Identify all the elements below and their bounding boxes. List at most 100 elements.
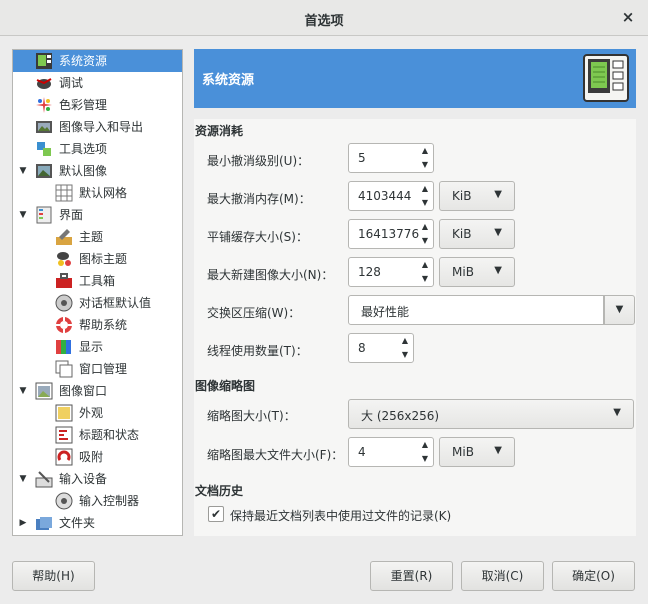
reset-button[interactable]: 重置(R) xyxy=(370,561,453,591)
swap-compression-dropdown-button[interactable]: ▼ xyxy=(604,295,635,325)
tree-item-label: 界面 xyxy=(59,208,84,222)
tree-item-tool-options[interactable]: 工具选项 xyxy=(13,138,182,160)
tree-item-image-import-export[interactable]: 图像导入和导出 xyxy=(13,116,182,138)
tree-item-label: 窗口管理 xyxy=(79,362,128,376)
thumbnail-max-file-label: 缩略图最大文件大小(F)： xyxy=(207,448,344,462)
tree-item-dialog-defaults[interactable]: 对话框默认值 xyxy=(13,292,182,314)
keep-recent-label[interactable]: 保持最近文档列表中使用过文件的记录(K) xyxy=(230,507,451,524)
decrement-icon[interactable]: ▼ xyxy=(417,196,433,210)
help-system-icon xyxy=(55,316,73,334)
tree-item-label: 文件夹 xyxy=(59,516,96,530)
snapping-icon xyxy=(55,448,73,466)
undo-memory-label: 最大撤消内存(M)： xyxy=(207,192,311,206)
interface-icon xyxy=(35,206,53,224)
input-devices-icon xyxy=(35,470,53,488)
undo-memory-spinner[interactable]: 4103444 ▲ ▼ xyxy=(348,181,434,211)
tree-item-system-resources[interactable]: 系统资源 xyxy=(13,50,182,72)
cancel-button[interactable]: 取消(C) xyxy=(461,561,544,591)
expander-icon[interactable]: ▶ xyxy=(17,512,29,534)
unit-value: KiB xyxy=(452,189,472,203)
thumbnail-size-dropdown[interactable]: 大 (256x256) ▼ xyxy=(348,399,634,429)
color-management-icon xyxy=(35,96,53,114)
tree-item-title-status[interactable]: 标题和状态 xyxy=(13,424,182,446)
tree-item-label: 图像导入和导出 xyxy=(59,120,144,134)
decrement-icon[interactable]: ▼ xyxy=(417,234,433,248)
tree-item-interface[interactable]: ▼ 界面 xyxy=(13,204,182,226)
increment-icon[interactable]: ▲ xyxy=(417,220,433,234)
image-import-export-icon xyxy=(35,118,53,136)
chevron-down-icon: ▼ xyxy=(494,227,502,238)
system-resources-large-icon xyxy=(582,53,630,103)
increment-icon[interactable]: ▲ xyxy=(417,258,433,272)
folders-icon xyxy=(35,514,53,532)
tree-item-theme[interactable]: 主题 xyxy=(13,226,182,248)
increment-icon[interactable]: ▲ xyxy=(417,438,433,452)
threads-value: 8 xyxy=(358,341,366,355)
tree-item-label: 对话框默认值 xyxy=(79,296,152,310)
thumbnail-max-file-spinner[interactable]: 4 ▲ ▼ xyxy=(348,437,434,467)
increment-icon[interactable]: ▲ xyxy=(417,182,433,196)
undo-memory-unit-dropdown[interactable]: KiB ▼ xyxy=(439,181,515,211)
page-header: 系统资源 xyxy=(194,49,636,108)
tree-item-default-image[interactable]: ▼ 默认图像 xyxy=(13,160,182,182)
decrement-icon[interactable]: ▼ xyxy=(397,348,413,362)
tree-item-window-management[interactable]: 窗口管理 xyxy=(13,358,182,380)
tree-item-toolbox[interactable]: 工具箱 xyxy=(13,270,182,292)
tree-item-help-system[interactable]: 帮助系统 xyxy=(13,314,182,336)
max-image-size-spinner[interactable]: 128 ▲ ▼ xyxy=(348,257,434,287)
tree-item-folders[interactable]: ▶ 文件夹 xyxy=(13,512,182,534)
tile-cache-spinner[interactable]: 16413776 ▲ ▼ xyxy=(348,219,434,249)
thumbnail-max-file-value: 4 xyxy=(358,445,366,459)
preferences-tree[interactable]: 系统资源 调试 色彩管理 图像导入和导出 工具选项 ▼ 默认图像 默认网格 ▼ … xyxy=(12,49,183,536)
chevron-down-icon: ▼ xyxy=(494,445,502,456)
swap-compression-value: 最好性能 xyxy=(361,305,410,319)
tree-item-input-devices[interactable]: ▼ 输入设备 xyxy=(13,468,182,490)
expander-icon[interactable]: ▼ xyxy=(17,380,29,402)
thumbnail-max-file-unit-dropdown[interactable]: MiB ▼ xyxy=(439,437,515,467)
tree-item-input-controllers[interactable]: 输入控制器 xyxy=(13,490,182,512)
tree-item-default-grid[interactable]: 默认网格 xyxy=(13,182,182,204)
expander-icon[interactable]: ▼ xyxy=(17,468,29,490)
tree-item-label: 色彩管理 xyxy=(59,98,108,112)
thumbnail-size-label: 缩略图大小(T)： xyxy=(207,409,296,423)
max-image-size-label: 最大新建图像大小(N)： xyxy=(207,268,334,282)
tree-item-label: 默认图像 xyxy=(59,164,108,178)
decrement-icon[interactable]: ▼ xyxy=(417,272,433,286)
tree-item-icon-theme[interactable]: 图标主题 xyxy=(13,248,182,270)
increment-icon[interactable]: ▲ xyxy=(397,334,413,348)
swap-compression-label: 交换区压缩(W)： xyxy=(207,306,301,320)
tree-item-label: 调试 xyxy=(59,76,84,90)
threads-spinner[interactable]: 8 ▲ ▼ xyxy=(348,333,414,363)
display-icon xyxy=(55,338,73,356)
tile-cache-unit-dropdown[interactable]: KiB ▼ xyxy=(439,219,515,249)
undo-levels-spinner[interactable]: 5 ▲ ▼ xyxy=(348,143,434,173)
check-icon: ✔ xyxy=(210,507,222,521)
tree-item-snapping[interactable]: 吸附 xyxy=(13,446,182,468)
tree-item-debug[interactable]: 调试 xyxy=(13,72,182,94)
section-title-resource-consumption: 资源消耗 xyxy=(195,124,244,138)
ok-button[interactable]: 确定(O) xyxy=(552,561,635,591)
tree-item-display[interactable]: 显示 xyxy=(13,336,182,358)
window-title: 首选项 xyxy=(304,14,344,29)
expander-icon[interactable]: ▼ xyxy=(17,204,29,226)
tree-item-label: 外观 xyxy=(79,406,104,420)
help-button[interactable]: 帮助(H) xyxy=(12,561,95,591)
tree-item-label: 输入控制器 xyxy=(79,494,140,508)
unit-value: MiB xyxy=(452,265,474,279)
increment-icon[interactable]: ▲ xyxy=(417,144,433,158)
tree-item-appearance[interactable]: 外观 xyxy=(13,402,182,424)
decrement-icon[interactable]: ▼ xyxy=(417,158,433,172)
decrement-icon[interactable]: ▼ xyxy=(417,452,433,466)
swap-compression-combo-entry[interactable]: 最好性能 xyxy=(348,295,604,325)
expander-icon[interactable]: ▼ xyxy=(17,160,29,182)
max-image-size-unit-dropdown[interactable]: MiB ▼ xyxy=(439,257,515,287)
system-resources-icon xyxy=(35,52,53,70)
tree-item-image-windows[interactable]: ▼ 图像窗口 xyxy=(13,380,182,402)
keep-recent-checkbox[interactable]: ✔ xyxy=(208,506,224,522)
chevron-down-icon: ▼ xyxy=(613,407,621,418)
chevron-down-icon: ▼ xyxy=(494,265,502,276)
close-icon[interactable]: × xyxy=(618,7,638,27)
tree-item-color-management[interactable]: 色彩管理 xyxy=(13,94,182,116)
tile-cache-value: 16413776 xyxy=(358,227,420,241)
debug-icon xyxy=(35,74,53,92)
